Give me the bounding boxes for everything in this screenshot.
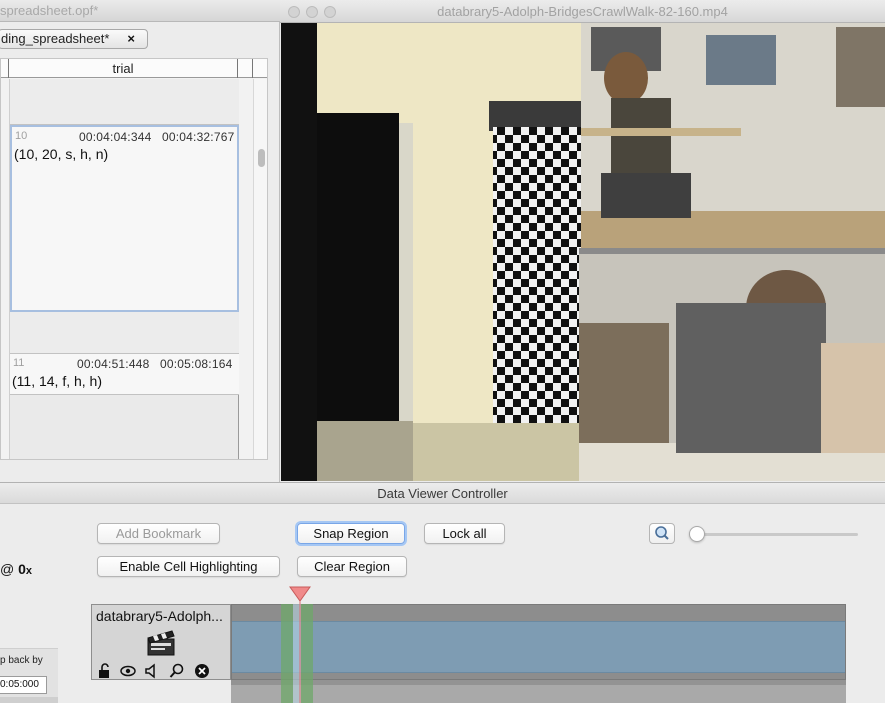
column-header-trial[interactable]: trial <box>9 59 238 78</box>
playback-rate: @ 0x <box>0 561 32 577</box>
rate-suffix: x <box>25 565 33 577</box>
spreadsheet-panel: trial 10 00:04:04:344 00:04:32:767 (10, … <box>0 58 268 460</box>
speaker-icon[interactable] <box>144 663 160 679</box>
track-lane[interactable] <box>231 604 846 680</box>
zoom-slider-knob[interactable] <box>689 526 705 542</box>
column-trial: 10 00:04:04:344 00:04:32:767 (10, 20, s,… <box>9 79 239 459</box>
scrollbar-thumb[interactable] <box>258 149 265 167</box>
spreadsheet-title: spreadsheet.opf* <box>0 3 99 18</box>
video-image <box>281 23 885 481</box>
cell-offset[interactable]: 00:05:08:164 <box>160 357 232 371</box>
cell-ordinal: 11 <box>13 357 25 369</box>
lock-all-button[interactable]: Lock all <box>424 523 505 544</box>
video-frame[interactable] <box>281 23 885 481</box>
track-data-bar[interactable] <box>232 621 845 673</box>
tracks-panel: databrary5-Adolph... <box>91 586 846 703</box>
cell-offset[interactable]: 00:04:32:767 <box>162 130 234 144</box>
cell-onset[interactable]: 00:04:51:448 <box>77 357 149 371</box>
playback-needle[interactable] <box>289 586 311 703</box>
cell-onset[interactable]: 00:04:04:344 <box>79 130 151 144</box>
jump-back-label: p back by <box>0 655 43 666</box>
spreadsheet-window: spreadsheet.opf* ding_spreadsheet* × tri… <box>0 0 280 482</box>
add-bookmark-button[interactable]: Add Bookmark <box>97 523 220 544</box>
tab-close-icon[interactable]: × <box>127 30 135 48</box>
lane-divider <box>231 680 846 685</box>
unlock-icon[interactable] <box>97 663 113 679</box>
cell-gap <box>10 79 239 125</box>
snap-region-button[interactable]: Snap Region <box>297 523 405 544</box>
close-circle-icon[interactable] <box>194 663 210 679</box>
spreadsheet-title-bar[interactable]: spreadsheet.opf* <box>0 0 280 22</box>
rate-value: 0 <box>18 561 26 577</box>
cell-value[interactable]: (11, 14, f, h, h) <box>12 373 102 389</box>
video-title-bar[interactable]: databrary5-Adolph-BridgesCrawlWalk-82-16… <box>280 0 885 23</box>
empty-track-lane <box>231 680 846 703</box>
controller-title-bar[interactable]: Data Viewer Controller <box>0 482 885 504</box>
cell-gap <box>10 312 239 354</box>
magnifier-icon[interactable] <box>169 663 185 679</box>
controller-panel: @ 0x Add Bookmark Enable Cell Highlighti… <box>0 504 885 703</box>
track-header: databrary5-Adolph... <box>91 604 231 680</box>
column-header-row: trial <box>1 59 267 78</box>
clapperboard-icon <box>147 630 175 656</box>
cell-11[interactable]: 11 00:04:51:448 00:05:08:164 (11, 14, f,… <box>10 354 239 395</box>
jump-back-panel: p back by 0:05:000 <box>0 648 58 703</box>
spreadsheet-tab-label: ding_spreadsheet* <box>1 31 110 46</box>
zoom-button[interactable] <box>649 523 675 544</box>
rate-prefix: @ <box>0 561 15 577</box>
spreadsheet-tab[interactable]: ding_spreadsheet* × <box>0 29 148 49</box>
cell-10[interactable]: 10 00:04:04:344 00:04:32:767 (10, 20, s,… <box>10 125 239 312</box>
controller-title: Data Viewer Controller <box>377 486 508 501</box>
desktop: spreadsheet.opf* ding_spreadsheet* × tri… <box>0 0 885 703</box>
column-header-left-stub <box>1 59 9 78</box>
jump-back-input[interactable]: 0:05:000 <box>0 676 47 694</box>
eye-icon[interactable] <box>120 663 136 679</box>
zoom-slider-track[interactable] <box>700 533 858 536</box>
clear-region-button[interactable]: Clear Region <box>297 556 407 577</box>
cell-ordinal: 10 <box>15 130 28 142</box>
magnifier-icon <box>655 526 669 540</box>
column-header-divider <box>252 59 253 78</box>
vertical-scrollbar[interactable] <box>253 79 267 459</box>
enable-cell-highlighting-button[interactable]: Enable Cell Highlighting <box>97 556 280 577</box>
video-title: databrary5-Adolph-BridgesCrawlWalk-82-16… <box>437 4 728 19</box>
video-window: databrary5-Adolph-BridgesCrawlWalk-82-16… <box>280 0 885 482</box>
track-name: databrary5-Adolph... <box>96 608 223 624</box>
cell-value[interactable]: (10, 20, s, h, n) <box>14 146 108 162</box>
jump-back-footer <box>0 697 58 703</box>
